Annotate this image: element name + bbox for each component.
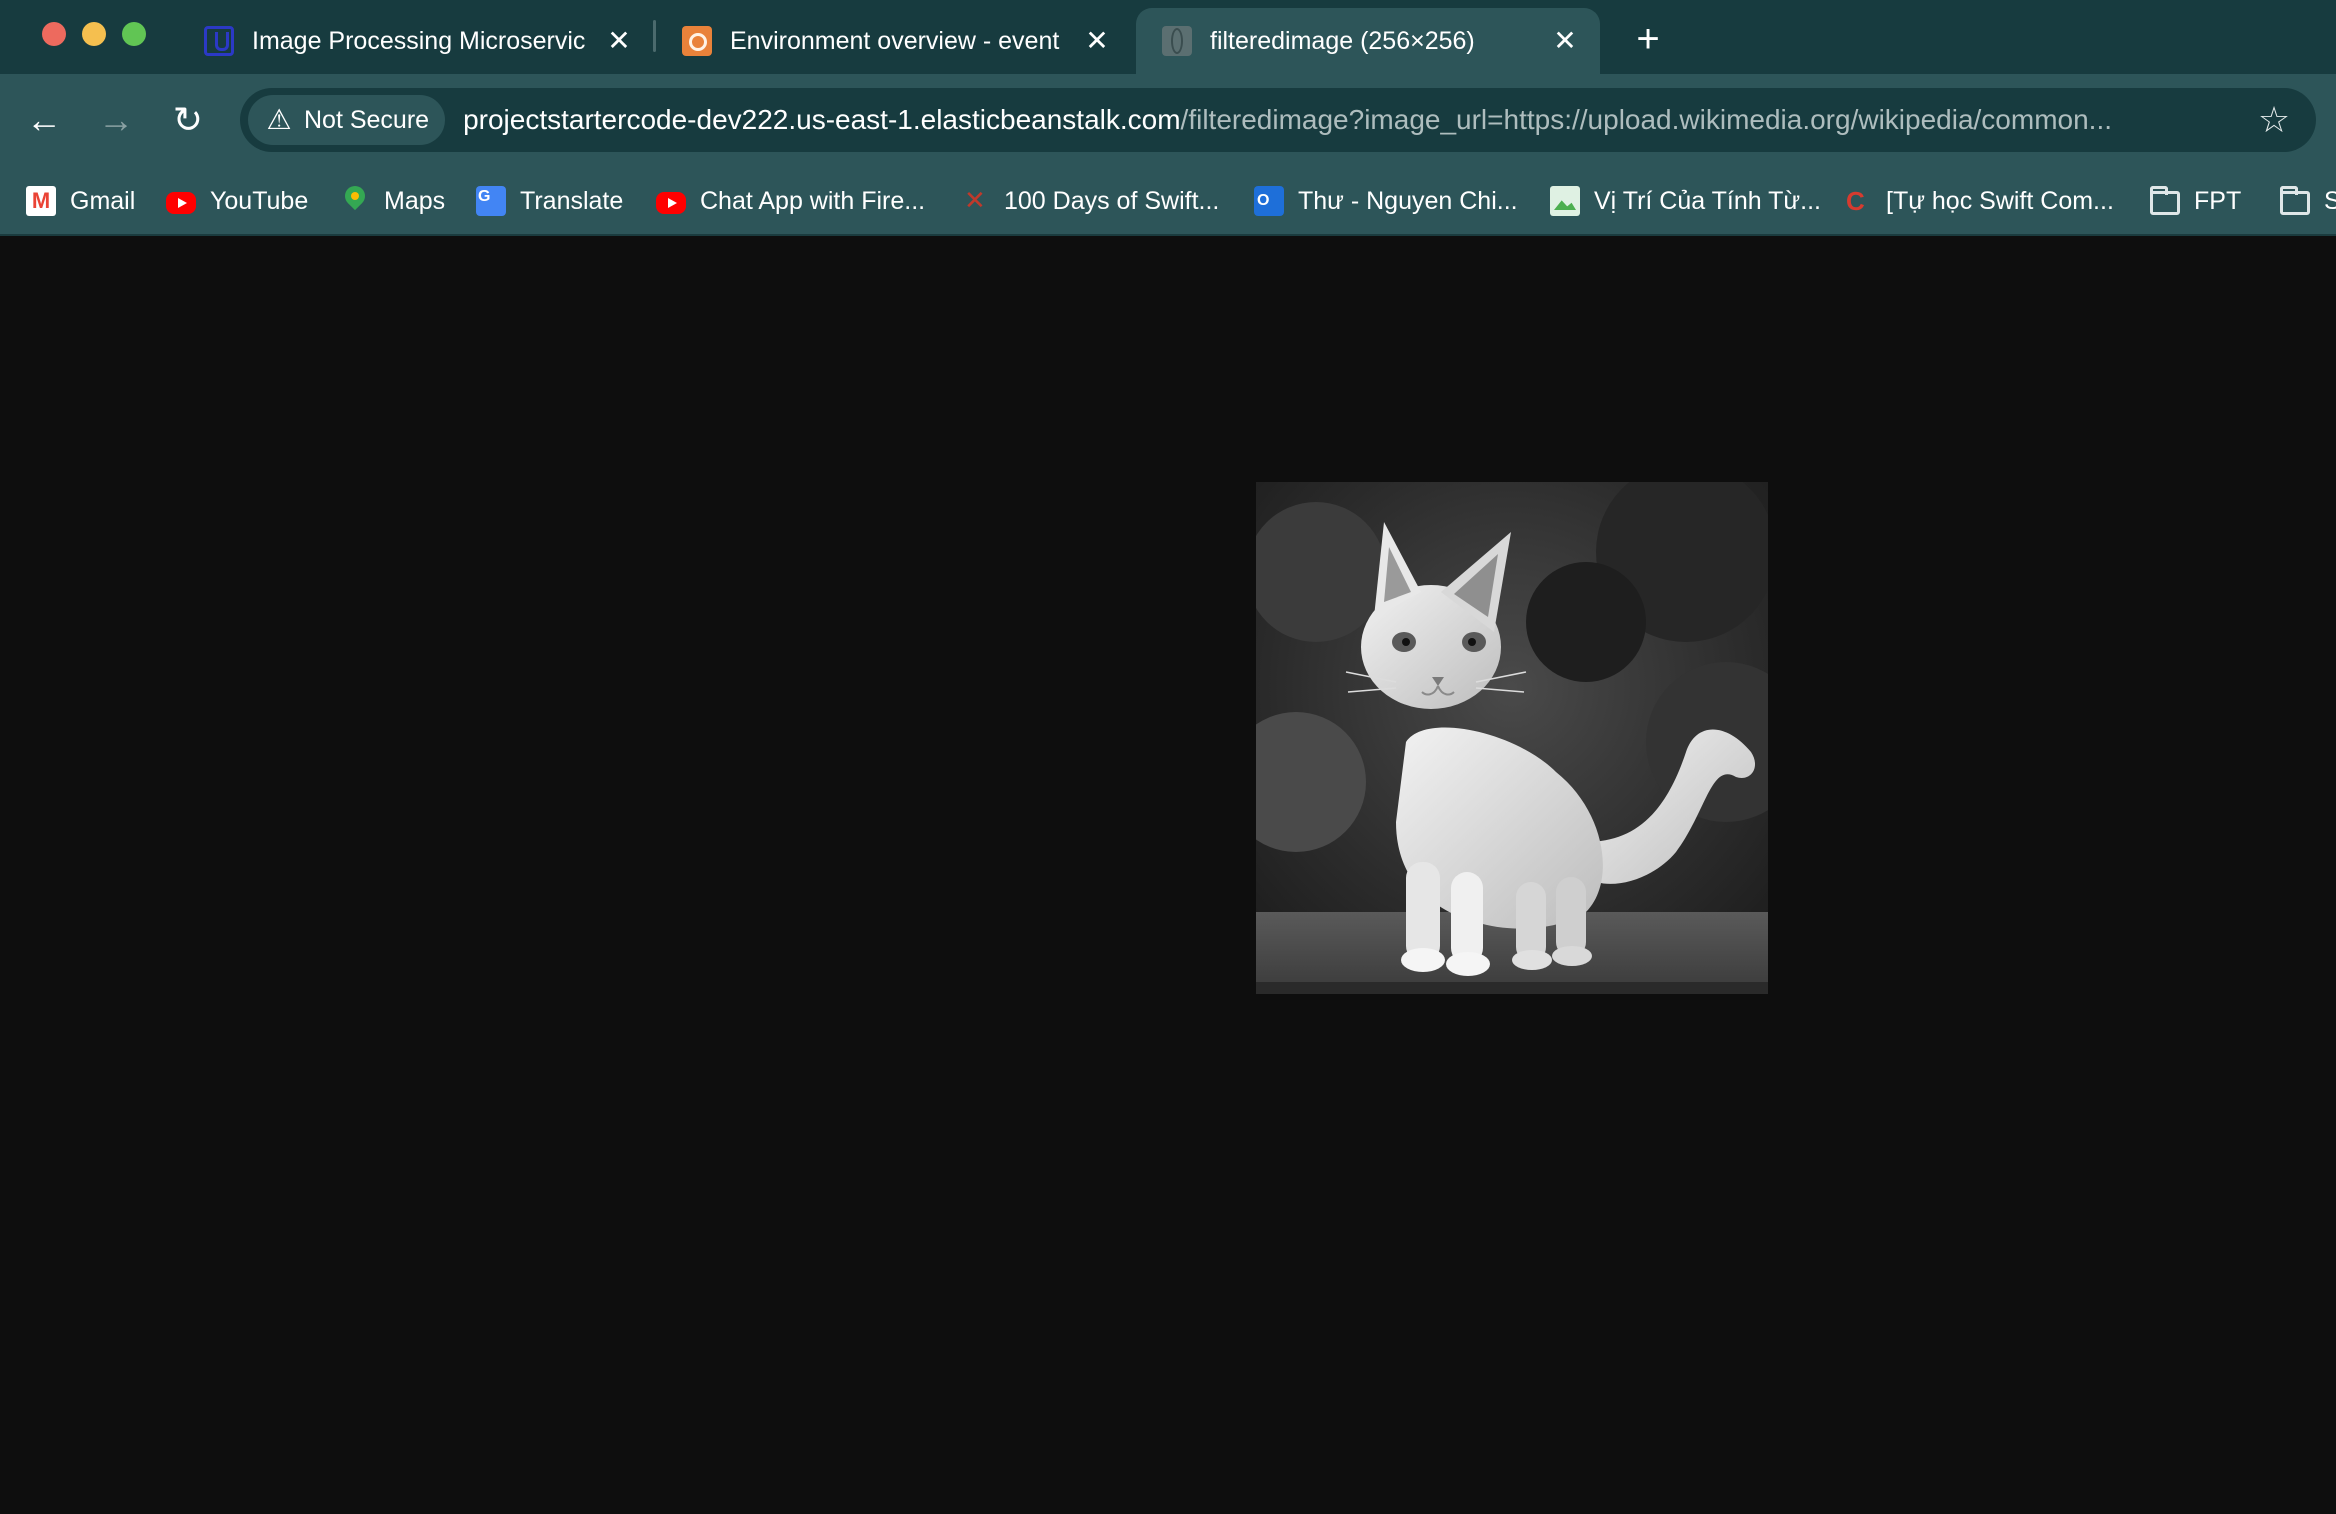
back-button[interactable]: ←: [20, 96, 68, 144]
new-tab-button[interactable]: +: [1622, 14, 1674, 66]
translate-icon: [476, 186, 506, 216]
url-path: /filteredimage?image_url=https://upload.…: [1180, 104, 2113, 135]
bookmark-label: 100 Days of Swift...: [1004, 186, 1220, 215]
youtube-icon: [166, 192, 196, 214]
bookmark-label: Maps: [384, 186, 446, 215]
reload-button[interactable]: ↻: [164, 96, 212, 144]
tab-title: Environment overview - event: [730, 26, 1060, 55]
url-text[interactable]: projectstartercode-dev222.us-east-1.elas…: [463, 104, 2238, 136]
window-close-button[interactable]: [42, 22, 66, 46]
page-content: [0, 236, 2336, 1514]
filtered-cat-image: [1256, 482, 1768, 994]
outlook-icon: [1254, 186, 1284, 216]
address-bar[interactable]: ⚠ Not Secure projectstartercode-dev222.u…: [240, 88, 2316, 152]
tab-title: filteredimage (256×256): [1210, 26, 1475, 55]
bookmark-label: Vị Trí Của Tính Từ...: [1594, 186, 1822, 215]
c-icon: [1842, 186, 1872, 216]
close-icon[interactable]: ✕: [604, 26, 634, 56]
tab-environment-overview[interactable]: Environment overview - event ✕: [656, 8, 1132, 74]
bookmark-label: Translate: [520, 186, 624, 215]
url-host: projectstartercode-dev222.us-east-1.elas…: [463, 104, 1181, 135]
gmail-icon: [26, 186, 56, 216]
toolbar: ← → ↻ ⚠ Not Secure projectstartercode-de…: [0, 74, 2336, 166]
bookmark-thu-nguyen[interactable]: Thư - Nguyen Chi...: [1254, 179, 1518, 223]
bookmark-youtube[interactable]: YouTube: [166, 179, 308, 223]
close-icon[interactable]: ✕: [1082, 26, 1112, 56]
security-indicator[interactable]: ⚠ Not Secure: [248, 95, 446, 145]
bookmark-star-icon[interactable]: ☆: [2250, 96, 2298, 144]
image-icon: [1550, 186, 1580, 216]
bookmark-label: [Tự học Swift Com...: [1886, 186, 2114, 215]
tab-image-processing[interactable]: Image Processing Microservic ✕: [178, 8, 654, 74]
close-icon[interactable]: ✕: [1550, 26, 1580, 56]
window-minimize-button[interactable]: [82, 22, 106, 46]
window-zoom-button[interactable]: [122, 22, 146, 46]
bookmark-label: YouTube: [210, 186, 309, 215]
security-label: Not Secure: [304, 105, 430, 134]
bookmark-100-days-swift[interactable]: 100 Days of Swift...: [960, 179, 1219, 223]
bookmark-folder-s[interactable]: S: [2280, 179, 2336, 223]
globe-icon: [1162, 26, 1192, 56]
aws-elastic-beanstalk-icon: [682, 26, 712, 56]
bookmark-gmail[interactable]: Gmail: [26, 179, 135, 223]
folder-icon: [2150, 186, 2180, 215]
tab-strip: Image Processing Microservic ✕ Environme…: [0, 0, 2336, 74]
forward-button[interactable]: →: [92, 96, 140, 144]
bookmark-label: S: [2324, 187, 2336, 216]
bookmark-chat-app[interactable]: Chat App with Fire...: [656, 179, 925, 223]
bookmark-tu-hoc-swift[interactable]: [Tự học Swift Com...: [1842, 179, 2114, 223]
swift-icon: [960, 186, 990, 216]
bookmarks-bar: Gmail YouTube Maps Translate Chat App wi…: [0, 166, 2336, 236]
youtube-icon: [656, 192, 686, 214]
bookmark-label: FPT: [2194, 186, 2242, 215]
bookmark-vi-tri[interactable]: Vị Trí Của Tính Từ...: [1550, 179, 1821, 223]
udacity-icon: [204, 26, 234, 56]
folder-icon: [2280, 186, 2310, 215]
bookmark-translate[interactable]: Translate: [476, 179, 623, 223]
bookmark-label: Thư - Nguyen Chi...: [1298, 186, 1518, 215]
tab-title: Image Processing Microservic: [252, 26, 586, 55]
bookmark-maps[interactable]: Maps: [340, 179, 445, 223]
bookmark-label: Gmail: [70, 186, 136, 215]
tab-filteredimage[interactable]: filteredimage (256×256) ✕: [1136, 8, 1600, 74]
warning-icon: ⚠: [266, 104, 292, 135]
bookmark-label: Chat App with Fire...: [700, 186, 926, 215]
maps-icon: [340, 186, 370, 216]
bookmark-folder-fpt[interactable]: FPT: [2150, 179, 2241, 223]
